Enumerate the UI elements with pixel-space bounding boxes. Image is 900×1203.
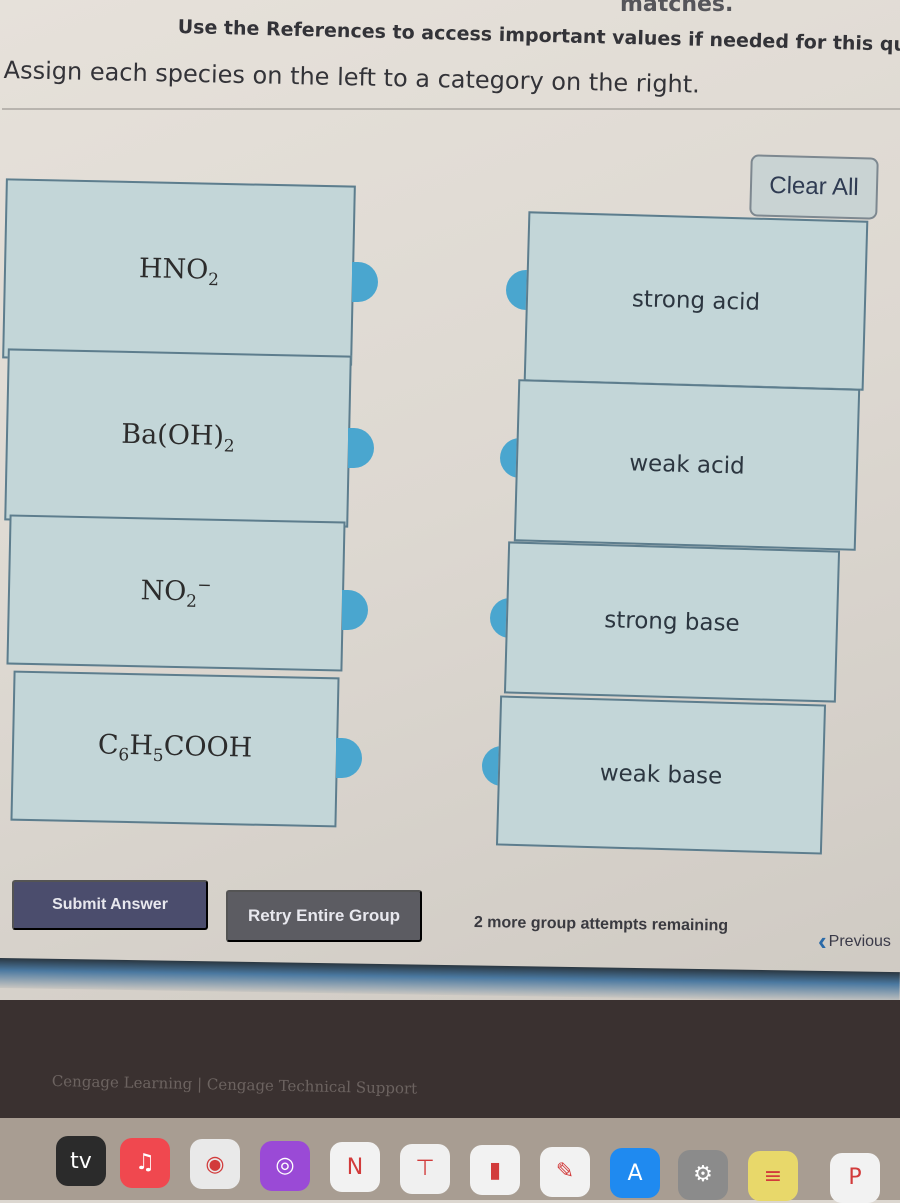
footer: Cengage Learning | Cengage Technical Sup… — [0, 1000, 900, 1125]
category-weak-acid[interactable]: weak acid — [513, 379, 861, 551]
species-formula: HNO2 — [138, 253, 220, 291]
notes-icon[interactable]: ≡ — [748, 1151, 798, 1201]
chrome-icon[interactable]: ◉ — [190, 1139, 240, 1189]
powerpoint-icon[interactable]: P — [830, 1152, 880, 1203]
category-strong-acid[interactable]: strong acid — [523, 211, 869, 391]
app-store-icon[interactable]: A — [610, 1148, 660, 1198]
previous-label: Previous — [828, 932, 891, 950]
music-icon[interactable]: ♫ — [120, 1137, 170, 1188]
submit-answer-button[interactable]: Submit Answer — [12, 880, 208, 930]
footer-separator: | — [196, 1075, 203, 1094]
previous-link[interactable]: ‹ Previous — [818, 926, 891, 957]
species-card-no2-minus[interactable]: NO2− — [6, 514, 346, 672]
species-formula: Ba(OH)2 — [120, 419, 235, 457]
cengage-learning-link[interactable]: Cengage Learning — [52, 1072, 193, 1093]
species-formula: NO2− — [140, 575, 212, 612]
attempts-remaining: 2 more group attempts remaining — [473, 914, 729, 935]
retry-entire-group-button[interactable]: Retry Entire Group — [226, 890, 422, 942]
category-label: weak acid — [628, 450, 746, 480]
podcasts-icon[interactable]: ◎ — [260, 1140, 310, 1191]
category-label: strong base — [603, 607, 741, 637]
partial-top-text: matches. — [620, 0, 734, 17]
category-label: strong acid — [631, 286, 761, 316]
chevron-left-icon: ‹ — [818, 926, 827, 956]
category-strong-base[interactable]: strong base — [503, 541, 841, 703]
apple-tv-icon[interactable]: tv — [56, 1136, 106, 1186]
category-label: weak base — [599, 760, 723, 790]
keynote-icon[interactable]: ⊤ — [400, 1143, 450, 1194]
pages-icon[interactable]: ✎ — [540, 1146, 590, 1197]
species-card-hno2[interactable]: HNO2 — [2, 178, 356, 366]
species-card-c6h5cooh[interactable]: C6H5COOH — [10, 670, 340, 828]
news-icon[interactable]: N — [330, 1142, 380, 1192]
footer-links: Cengage Learning | Cengage Technical Sup… — [52, 1072, 418, 1098]
system-settings-icon[interactable]: ⚙ — [678, 1149, 728, 1200]
species-formula: C6H5COOH — [97, 729, 253, 767]
category-weak-base[interactable]: weak base — [495, 695, 827, 855]
clear-all-button[interactable]: Clear All — [749, 154, 879, 220]
species-card-baoh2[interactable]: Ba(OH)2 — [4, 348, 352, 528]
numbers-icon[interactable]: ▮ — [470, 1145, 520, 1195]
technical-support-link[interactable]: Cengage Technical Support — [207, 1075, 418, 1097]
